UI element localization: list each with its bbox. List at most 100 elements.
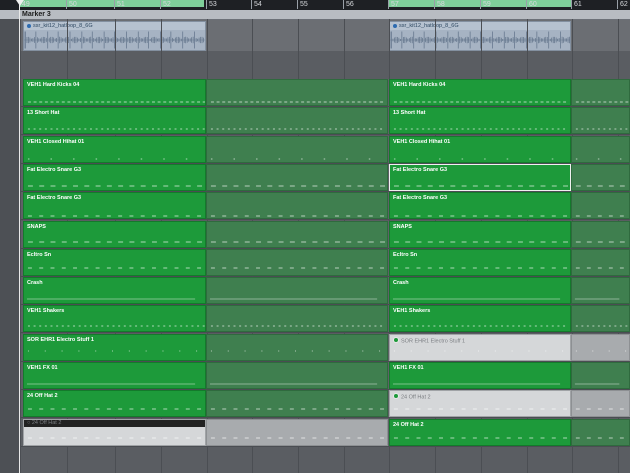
midi-region[interactable]: VEH1 Shakers xyxy=(389,305,571,332)
midi-region-loop[interactable] xyxy=(206,107,388,134)
midi-notes xyxy=(574,383,620,385)
midi-region-loop[interactable] xyxy=(571,164,630,191)
midi-region[interactable]: Fat Electro Snare G3 xyxy=(23,192,206,219)
midi-region[interactable]: VEH1 FX 01 xyxy=(389,362,571,389)
midi-region-loop[interactable] xyxy=(206,305,388,332)
midi-notes xyxy=(27,267,202,269)
midi-notes xyxy=(210,350,381,352)
midi-notes xyxy=(393,215,568,217)
midi-region[interactable]: VEH1 FX 01 xyxy=(23,362,206,389)
midi-region[interactable]: VEH1 Hard Kicks 04 xyxy=(389,79,571,106)
midi-region[interactable]: SNAPS xyxy=(389,221,571,248)
midi-notes xyxy=(210,185,386,187)
midi-region-loop[interactable] xyxy=(206,221,388,248)
midi-region-loop[interactable] xyxy=(206,192,388,219)
midi-notes xyxy=(575,128,628,130)
midi-region-loop[interactable] xyxy=(571,305,630,332)
marker-lane[interactable]: Marker 3 xyxy=(0,10,630,20)
midi-region[interactable]: Fat Electro Snare G3 xyxy=(23,164,206,191)
midi-region[interactable]: SOR EHR1 Electro Stuff 1 xyxy=(389,334,571,361)
midi-notes xyxy=(393,128,566,130)
region-label: 13 Short Hat xyxy=(27,110,60,116)
region-label: Fat Electro Snare G3 xyxy=(27,195,82,201)
midi-region[interactable]: 24 Off Hat 2 xyxy=(23,390,206,417)
midi-region-loop[interactable] xyxy=(571,390,630,417)
audio-waveform xyxy=(390,31,570,49)
midi-notes xyxy=(393,101,567,103)
midi-region-loop[interactable] xyxy=(571,277,630,304)
region-label: 24 Off Hat 2 xyxy=(401,394,431,401)
ruler-bar-number: 55 xyxy=(297,0,308,9)
midi-region[interactable]: Ecltro Sn xyxy=(389,249,571,276)
midi-region-loop[interactable] xyxy=(206,277,388,304)
midi-region-loop[interactable] xyxy=(206,79,388,106)
midi-region[interactable]: Fat Electro Snare G3 xyxy=(389,164,571,191)
loop-indicator-icon xyxy=(393,337,399,343)
region-label: Fat Electro Snare G3 xyxy=(393,195,448,201)
midi-region[interactable]: VEH1 Closed Hihat 01 xyxy=(23,136,206,163)
midi-region-loop[interactable] xyxy=(571,192,630,219)
midi-notes xyxy=(210,267,385,269)
midi-region[interactable]: Crash xyxy=(23,277,206,304)
region-label: Crash xyxy=(27,280,43,286)
midi-notes xyxy=(575,408,624,410)
midi-region-loop[interactable] xyxy=(571,79,630,106)
region-label: SNAPS xyxy=(393,224,412,230)
region-label: VEH1 Hard Kicks 04 xyxy=(27,82,80,88)
midi-region-loop[interactable] xyxy=(206,362,388,389)
midi-notes xyxy=(27,408,202,410)
midi-region-loop[interactable] xyxy=(206,249,388,276)
midi-region-loop[interactable] xyxy=(206,334,388,361)
midi-notes xyxy=(575,437,624,439)
midi-region-loop[interactable] xyxy=(571,136,630,163)
midi-notes xyxy=(210,101,384,103)
midi-region-loop[interactable] xyxy=(206,164,388,191)
midi-notes xyxy=(393,158,554,160)
region-label: 24 Off Hat 2 xyxy=(27,393,58,399)
midi-notes xyxy=(392,383,561,385)
midi-region[interactable]: 13 Short Hat xyxy=(389,107,571,134)
track-header-edge xyxy=(0,19,21,473)
region-label: SNAPS xyxy=(27,224,46,230)
midi-region-loop[interactable] xyxy=(206,419,388,446)
marker-label[interactable]: Marker 3 xyxy=(22,11,51,19)
region-label: SOR EHR1 Electro Stuff 1 xyxy=(401,338,466,345)
region-label: VEH1 Shakers xyxy=(393,308,431,314)
playhead[interactable] xyxy=(19,0,20,473)
midi-region-loop[interactable] xyxy=(571,107,630,134)
midi-region-loop[interactable] xyxy=(206,390,388,417)
midi-region-loop[interactable] xyxy=(571,249,630,276)
midi-region[interactable]: 24 Off Hat 2 xyxy=(389,390,571,417)
midi-region[interactable]: SNAPS xyxy=(23,221,206,248)
midi-notes xyxy=(27,158,188,160)
midi-notes xyxy=(209,383,378,385)
bar-ruler[interactable]: 49 50 51 52 53 54 55 56 57 58 59 60 61 62 xyxy=(0,0,630,10)
playhead-handle-icon[interactable] xyxy=(16,0,24,6)
midi-region[interactable]: 24 Off Hat 2 xyxy=(389,419,571,446)
region-label: VEH1 Shakers xyxy=(27,308,65,314)
midi-region[interactable]: SOR EHR1 Electro Stuff 1 xyxy=(23,334,206,361)
loop-icon xyxy=(27,23,31,28)
midi-notes xyxy=(27,128,205,130)
midi-notes xyxy=(392,298,561,300)
midi-region[interactable]: Fat Electro Snare G3 xyxy=(389,192,571,219)
midi-notes xyxy=(393,267,568,269)
midi-region[interactable]: VEH1 Closed Hihat 01 xyxy=(389,136,571,163)
audio-region-right[interactable]: ssr_kit12_hatloop_8_6G xyxy=(389,21,571,51)
midi-notes xyxy=(27,101,205,103)
midi-region[interactable]: Ecltro Sn xyxy=(23,249,206,276)
midi-region-loop[interactable] xyxy=(571,334,630,361)
midi-region-loop[interactable] xyxy=(571,419,630,446)
region-label: VEH1 Hard Kicks 04 xyxy=(393,82,446,88)
midi-region[interactable]: VEH1 Hard Kicks 04 xyxy=(23,79,206,106)
midi-region[interactable]: VEH1 Shakers xyxy=(23,305,206,332)
midi-region-loop[interactable] xyxy=(571,221,630,248)
cycle-range-left[interactable] xyxy=(20,0,204,7)
midi-notes xyxy=(575,185,625,187)
midi-region-loop[interactable] xyxy=(206,136,388,163)
midi-region[interactable]: Crash xyxy=(389,277,571,304)
midi-notes xyxy=(209,298,378,300)
midi-region[interactable]: ○ 24 Off Hat 2 xyxy=(23,419,206,446)
midi-region[interactable]: 13 Short Hat xyxy=(23,107,206,134)
midi-region-loop[interactable] xyxy=(571,362,630,389)
